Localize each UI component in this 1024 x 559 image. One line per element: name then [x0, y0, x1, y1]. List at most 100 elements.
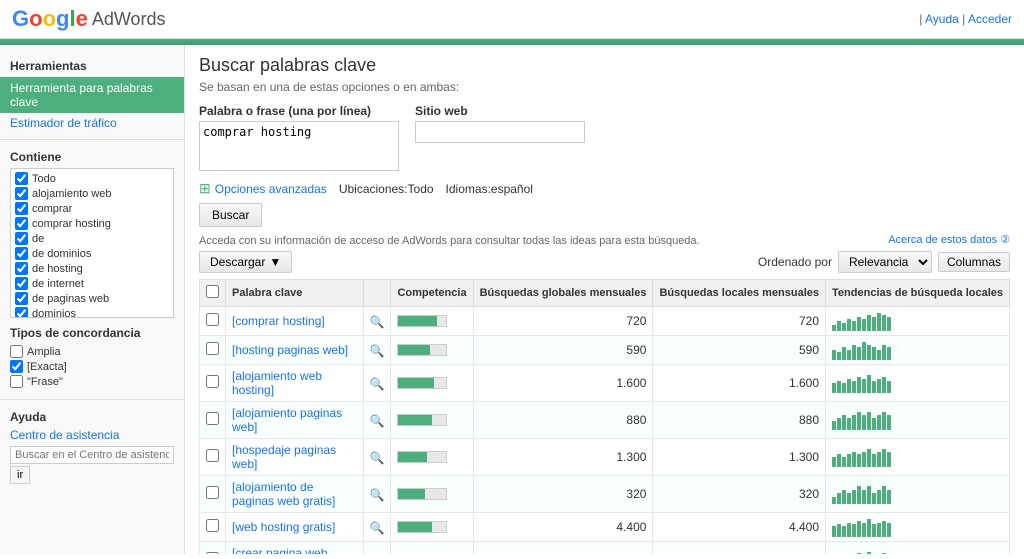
keywords-tbody: [comprar hosting]🔍720720[hosting paginas… [200, 307, 1010, 555]
row-checkbox-cell [200, 476, 226, 513]
table-row: [web hosting gratis]🔍4.4004.400 [200, 513, 1010, 542]
trend-bar [882, 412, 886, 430]
header: Google AdWords | Ayuda | Acceder [0, 0, 1024, 39]
trend-bar [857, 412, 861, 430]
row-trend-cell [826, 439, 1010, 476]
search-icon[interactable]: 🔍 [370, 414, 385, 428]
row-checkbox[interactable] [206, 552, 219, 554]
keyword-link[interactable]: [web hosting gratis] [232, 520, 335, 534]
trend-bar [837, 352, 841, 360]
checkbox-de-hosting-input[interactable] [15, 262, 28, 275]
trend-bars [832, 340, 1003, 360]
search-icon[interactable]: 🔍 [370, 315, 385, 329]
checkbox-de-dominios-input[interactable] [15, 247, 28, 260]
checkbox-de-paginas-web-label: de paginas web [32, 293, 109, 305]
keyword-link[interactable]: [hosting paginas web] [232, 343, 348, 357]
checkbox-comprar-hosting-input[interactable] [15, 217, 28, 230]
sidebar-item-palabras-clave[interactable]: Herramienta para palabras clave [0, 77, 184, 113]
trend-bar [877, 452, 881, 467]
columnas-button[interactable]: Columnas [938, 252, 1010, 272]
keyword-link[interactable]: [alojamiento paginas web] [232, 406, 342, 434]
table-row: [crear pagina web gratis]🔍18.10018.100 [200, 542, 1010, 555]
trend-bar [852, 381, 856, 393]
row-checkbox[interactable] [206, 313, 219, 326]
row-keyword-cell: [alojamiento web hosting] [226, 365, 364, 402]
trend-bar [887, 381, 891, 393]
checkbox-todo-input[interactable] [15, 172, 28, 185]
opciones-avanzadas-link[interactable]: ⊞ Opciones avanzadas [199, 180, 327, 197]
competition-bar [398, 378, 434, 388]
row-checkbox[interactable] [206, 342, 219, 355]
search-icon[interactable]: 🔍 [370, 451, 385, 465]
checkbox-de-internet-input[interactable] [15, 277, 28, 290]
acceder-link[interactable]: Acceder [968, 12, 1012, 26]
row-checkbox[interactable] [206, 519, 219, 532]
sitio-input[interactable] [415, 121, 585, 143]
row-trend-cell [826, 542, 1010, 555]
centro-asistencia-link[interactable]: Centro de asistencia [10, 428, 174, 442]
row-local-cell: 880 [653, 402, 826, 439]
select-all-checkbox[interactable] [206, 285, 219, 298]
trend-bar [887, 452, 891, 467]
sidebar-item-estimador[interactable]: Estimador de tráfico [0, 113, 184, 133]
trend-bar [862, 523, 866, 537]
descargar-button[interactable]: Descargar ▼ [199, 251, 292, 273]
search-icon[interactable]: 🔍 [370, 377, 385, 391]
palabra-textarea[interactable]: comprar hosting [199, 121, 399, 171]
keyword-link[interactable]: [comprar hosting] [232, 314, 325, 328]
form-row: Palabra o frase (una por línea) comprar … [199, 104, 1010, 174]
concordancia-amplia-input[interactable] [10, 345, 23, 358]
concordancia-frase: "Frase" [10, 374, 174, 389]
trend-bars [832, 410, 1003, 430]
main-layout: Herramientas Herramienta para palabras c… [0, 45, 1024, 554]
search-icon[interactable]: 🔍 [370, 344, 385, 358]
trend-bars [832, 311, 1003, 331]
concordancia-exacta-input[interactable] [10, 360, 23, 373]
sitio-form-group: Sitio web [415, 104, 585, 143]
concordancia-title: Tipos de concordancia [10, 326, 174, 340]
checkbox-de-input[interactable] [15, 232, 28, 245]
concordancia-frase-input[interactable] [10, 375, 23, 388]
keyword-link[interactable]: [hospedaje paginas web] [232, 443, 336, 471]
ayuda-search-input[interactable] [10, 446, 174, 464]
row-competition-cell [391, 542, 473, 555]
row-checkbox[interactable] [206, 486, 219, 499]
table-header-row: Palabra clave Competencia Búsquedas glob… [200, 280, 1010, 307]
checkbox-comprar-input[interactable] [15, 202, 28, 215]
acerca-datos-link[interactable]: Acerca de estos datos ② [888, 233, 1010, 246]
trend-bar [882, 449, 886, 467]
row-global-cell: 4.400 [473, 513, 653, 542]
trend-bar [867, 519, 871, 537]
trend-bar [842, 347, 846, 360]
row-checkbox[interactable] [206, 375, 219, 388]
trend-bars [832, 517, 1003, 537]
ayuda-link[interactable]: Ayuda [925, 12, 959, 26]
checkbox-dominios-input[interactable] [15, 307, 28, 318]
relevancia-select[interactable]: Relevancia [838, 251, 932, 273]
search-icon[interactable]: 🔍 [370, 521, 385, 535]
keyword-link[interactable]: [alojamiento web hosting] [232, 369, 322, 397]
keyword-link[interactable]: [alojamiento de paginas web gratis] [232, 480, 335, 508]
row-checkbox[interactable] [206, 412, 219, 425]
trend-bar [867, 486, 871, 504]
trend-bar [862, 415, 866, 430]
trend-bar [837, 381, 841, 393]
logo-e: e [76, 6, 88, 31]
keyword-link[interactable]: [crear pagina web gratis] [232, 546, 327, 554]
row-checkbox[interactable] [206, 449, 219, 462]
trend-bar [832, 457, 836, 467]
concordancia-frase-label: "Frase" [27, 376, 63, 388]
checkbox-alojamiento-web-input[interactable] [15, 187, 28, 200]
row-global-cell: 720 [473, 307, 653, 336]
buscar-button[interactable]: Buscar [199, 203, 262, 227]
trend-bar [847, 418, 851, 430]
checkbox-de-paginas-web-input[interactable] [15, 292, 28, 305]
row-global-cell: 320 [473, 476, 653, 513]
trend-bar [847, 523, 851, 537]
table-row: [alojamiento web hosting]🔍1.6001.600 [200, 365, 1010, 402]
competition-bar [398, 522, 432, 532]
search-icon[interactable]: 🔍 [370, 488, 385, 502]
ayuda-search-button[interactable]: ir [10, 466, 30, 484]
idiomas-text: Idiomas:español [446, 182, 533, 196]
competition-bar-container [397, 315, 447, 327]
